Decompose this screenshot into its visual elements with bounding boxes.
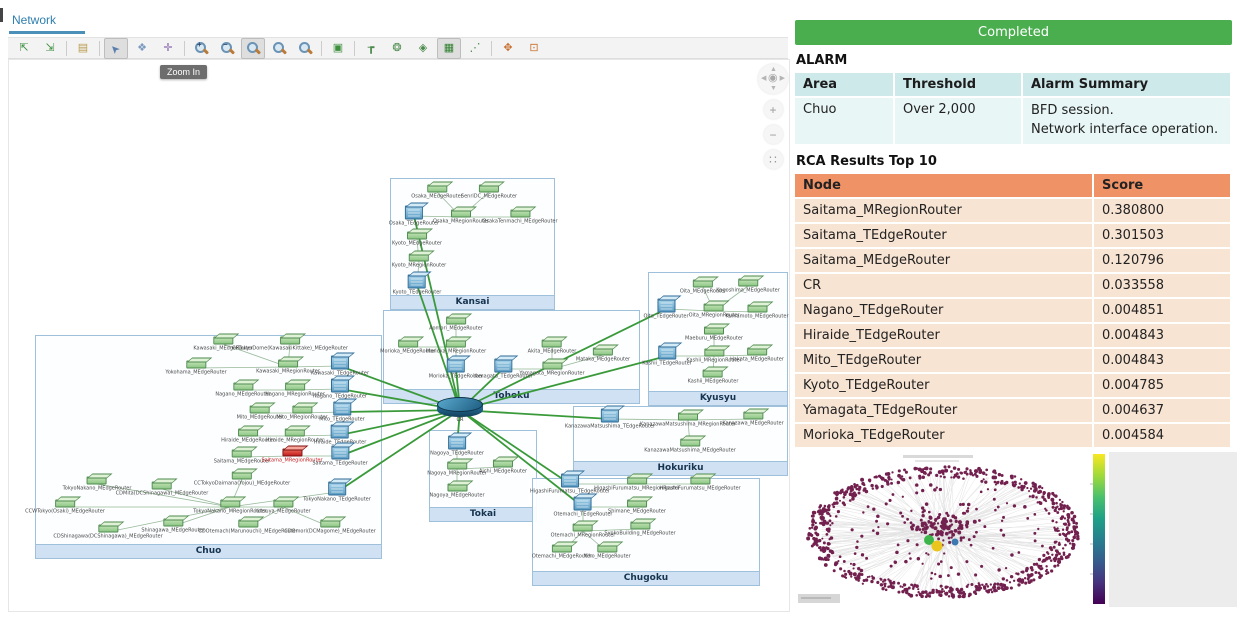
canvas-nav-controls: ▲ ▼ ◀ ▶ ◉ + − ∷ — [755, 64, 791, 169]
rca-row: Saitama_MEdgeRouter0.120796 — [795, 248, 1231, 273]
rca-cell: Saitama_MEdgeRouter — [795, 248, 1093, 273]
zoom-selection-icon[interactable] — [267, 38, 291, 59]
rca-network-graph — [795, 452, 1237, 610]
zoom-reset-icon[interactable] — [293, 38, 317, 59]
topology-canvas[interactable] — [8, 59, 790, 612]
save-network-icon[interactable]: ⇲ — [38, 38, 62, 59]
rca-cell: 0.380800 — [1093, 198, 1231, 223]
rca-cell: 0.004843 — [1093, 323, 1231, 348]
results-panel: Completed ALARM AreaThresholdAlarm Summa… — [795, 20, 1232, 449]
symmetric-layout-icon[interactable]: ◈ — [411, 38, 435, 59]
alarm-cell: Chuo — [795, 97, 894, 145]
organic-layout-icon[interactable]: ⋰ — [463, 38, 487, 59]
graph-colorbar — [1093, 454, 1105, 604]
pan-icon[interactable]: ❖ — [130, 38, 154, 59]
column-header: Threshold — [894, 73, 1022, 97]
pan-down-icon[interactable]: ▼ — [770, 85, 777, 92]
rca-cell: 0.004584 — [1093, 423, 1231, 448]
rca-cell: Morioka_TEdgeRouter — [795, 423, 1093, 448]
status-banner: Completed — [795, 20, 1232, 45]
column-header: Alarm Summary — [1022, 73, 1231, 97]
rca-cell: 0.004851 — [1093, 298, 1231, 323]
rca-row: Morioka_TEdgeRouter0.004584 — [795, 423, 1231, 448]
grid-layout-icon[interactable]: ▦ — [437, 38, 461, 59]
rca-cell: Saitama_MRegionRouter — [795, 198, 1093, 223]
rca-row: Hiraide_TEdgeRouter0.004843 — [795, 323, 1231, 348]
column-header: Node — [795, 174, 1093, 198]
rca-cell: Nagano_TEdgeRouter — [795, 298, 1093, 323]
network-toolbar: ⇱⇲ ▤ ➤❖✛ +− ▣ ┲❂◈▦⋰ ✥⊡ — [8, 37, 788, 59]
move-icon[interactable]: ✛ — [156, 38, 180, 59]
rca-cell: Kyoto_TEdgeRouter — [795, 373, 1093, 398]
rca-cell: 0.033558 — [1093, 273, 1231, 298]
tab-active-indicator — [9, 31, 85, 34]
rca-row: Mito_TEdgeRouter0.004843 — [795, 348, 1231, 373]
window-edge — [0, 8, 3, 22]
rca-row: Kyoto_TEdgeRouter0.004785 — [795, 373, 1231, 398]
toolbar-separator — [354, 41, 355, 56]
hierarchical-layout-icon[interactable]: ┲ — [359, 38, 383, 59]
column-header: Area — [795, 73, 894, 97]
zoom-out-button[interactable]: − — [764, 125, 783, 144]
overview-icon[interactable]: ⊡ — [522, 38, 546, 59]
rca-cell: 0.004843 — [1093, 348, 1231, 373]
fit-window-icon[interactable]: ✥ — [496, 38, 520, 59]
rca-cell: CR — [795, 273, 1093, 298]
zoom-in-button[interactable]: + — [764, 100, 783, 119]
pan-left-icon[interactable]: ◀ — [761, 75, 766, 82]
rca-cell: 0.301503 — [1093, 223, 1231, 248]
rca-cell: Saitama_TEdgeRouter — [795, 223, 1093, 248]
alarm-row: ChuoOver 2,000BFD session.Network interf… — [795, 97, 1231, 145]
tab-network[interactable]: Network — [12, 13, 56, 27]
rca-cell: Hiraide_TEdgeRouter — [795, 323, 1093, 348]
alarm-cell: BFD session.Network interface operation. — [1022, 97, 1231, 145]
rca-row: Nagano_TEdgeRouter0.004851 — [795, 298, 1231, 323]
rca-row: Yamagata_TEdgeRouter0.004637 — [795, 398, 1231, 423]
rca-cell: Mito_TEdgeRouter — [795, 348, 1093, 373]
print-icon[interactable]: ▤ — [71, 38, 95, 59]
rca-row: Saitama_MRegionRouter0.380800 — [795, 198, 1231, 223]
zoom-in-icon[interactable]: + — [189, 38, 213, 59]
rca-cell: Yamagata_TEdgeRouter — [795, 398, 1093, 423]
fit-view-button[interactable]: ∷ — [764, 150, 783, 169]
rca-cell: 0.004785 — [1093, 373, 1231, 398]
pan-control[interactable]: ▲ ▼ ◀ ▶ ◉ — [758, 64, 788, 94]
rca-table: NodeScore Saitama_MRegionRouter0.380800S… — [795, 174, 1232, 449]
rca-cell: 0.004637 — [1093, 398, 1231, 423]
column-header: Score — [1093, 174, 1231, 198]
pan-right-icon[interactable]: ▶ — [780, 75, 785, 82]
toolbar-separator — [99, 41, 100, 56]
circular-layout-icon[interactable]: ❂ — [385, 38, 409, 59]
toolbar-separator — [491, 41, 492, 56]
toolbar-separator — [321, 41, 322, 56]
toolbar-separator — [66, 41, 67, 56]
rca-row: CR0.033558 — [795, 273, 1231, 298]
toolbar-separator — [184, 41, 185, 56]
zoom-out-icon[interactable]: − — [215, 38, 239, 59]
zoom-fit-icon[interactable] — [241, 38, 265, 59]
alarm-cell: Over 2,000 — [894, 97, 1022, 145]
load-network-icon[interactable]: ⇱ — [12, 38, 36, 59]
pan-center-icon[interactable]: ◉ — [768, 73, 778, 84]
rca-section-title: RCA Results Top 10 — [796, 154, 1232, 169]
fit-content-icon[interactable]: ▣ — [326, 38, 350, 59]
select-cursor-icon[interactable]: ➤ — [104, 38, 128, 59]
app-window: Network ⇱⇲▤➤❖✛+−▣┲❂◈▦⋰✥⊡ KansaiTohokuKyu… — [0, 0, 1237, 623]
rca-row: Saitama_TEdgeRouter0.301503 — [795, 223, 1231, 248]
alarm-section-title: ALARM — [796, 53, 1232, 68]
rca-cell: 0.120796 — [1093, 248, 1231, 273]
alarm-table: AreaThresholdAlarm Summary ChuoOver 2,00… — [795, 73, 1232, 146]
zoom-in-tooltip: Zoom In — [160, 65, 207, 79]
